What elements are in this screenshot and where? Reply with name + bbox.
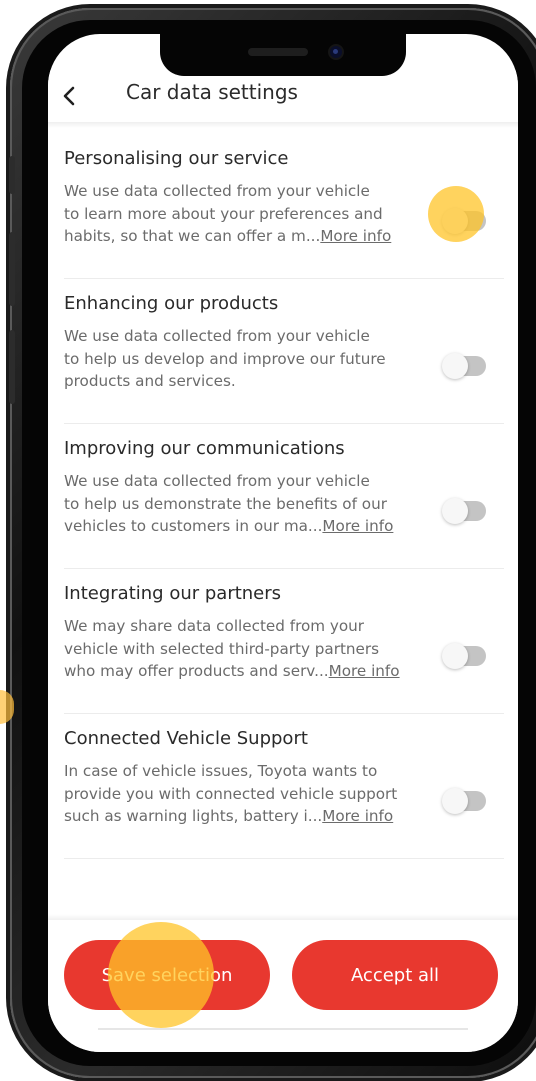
description-text: such as warning lights, battery i... — [64, 807, 323, 825]
settings-list: Personalising our service We use data col… — [64, 134, 504, 859]
toggle-knob — [442, 208, 468, 234]
setting-description: In case of vehicle issues, Toyota wants … — [64, 760, 434, 828]
setting-description: We may share data collected from your veh… — [64, 615, 434, 683]
page-title: Car data settings — [126, 80, 298, 104]
description-text: products and services. — [64, 372, 236, 390]
save-selection-button[interactable]: Save selection — [64, 940, 270, 1010]
description-line: habits, so that we can offer a m...More … — [64, 225, 434, 248]
volume-down-button — [9, 330, 15, 404]
setting-item: Integrating our partners We may share dat… — [64, 569, 504, 714]
setting-title: Improving our communications — [64, 438, 345, 459]
description-text: who may offer products and serv... — [64, 662, 329, 680]
app-header: Car data settings — [48, 70, 518, 126]
accept-all-button[interactable]: Accept all — [292, 940, 498, 1010]
notch — [160, 34, 406, 76]
toggle-knob — [442, 498, 468, 524]
more-info-link[interactable]: More info — [322, 517, 393, 535]
consent-toggle[interactable] — [442, 208, 486, 234]
setting-description: We use data collected from your vehicle t… — [64, 325, 434, 393]
setting-title: Connected Vehicle Support — [64, 728, 308, 749]
description-line: who may offer products and serv...More i… — [64, 660, 434, 683]
setting-title: Integrating our partners — [64, 583, 282, 604]
toggle-knob — [442, 643, 468, 669]
more-info-link[interactable]: More info — [329, 662, 400, 680]
mute-switch — [9, 156, 15, 194]
footer: Save selection Accept all — [48, 920, 518, 1052]
description-line: We use data collected from your vehicle — [64, 472, 370, 490]
device-stage: Car data settings Personalising our serv… — [0, 0, 536, 1081]
description-text: habits, so that we can offer a m... — [64, 227, 321, 245]
description-line: vehicle with selected third-party partne… — [64, 639, 380, 658]
volume-up-button — [9, 232, 15, 306]
setting-title: Enhancing our products — [64, 293, 279, 314]
description-line: to help us demonstrate the benefits of o… — [64, 494, 387, 513]
home-indicator — [98, 1028, 468, 1030]
consent-toggle[interactable] — [442, 643, 486, 669]
description-line: We use data collected from your vehicle — [64, 182, 370, 200]
toggle-knob — [442, 353, 468, 379]
toggle-knob — [442, 788, 468, 814]
description-line: such as warning lights, battery i...More… — [64, 805, 434, 828]
app-screen: Car data settings Personalising our serv… — [48, 34, 518, 1052]
description-line: We may share data collected from your — [64, 617, 365, 635]
description-text: vehicles to customers in our ma... — [64, 517, 323, 535]
header-divider — [48, 122, 518, 128]
consent-toggle[interactable] — [442, 788, 486, 814]
setting-description: We use data collected from your vehicle t… — [64, 180, 434, 248]
description-line: products and services. — [64, 370, 434, 393]
speaker-grille — [248, 48, 308, 56]
front-camera-icon — [330, 46, 342, 58]
description-line: provide you with connected vehicle suppo… — [64, 784, 398, 803]
setting-description: We use data collected from your vehicle t… — [64, 470, 434, 538]
setting-item: Connected Vehicle Support In case of vehi… — [64, 714, 504, 859]
consent-toggle[interactable] — [442, 498, 486, 524]
more-info-link[interactable]: More info — [320, 227, 391, 245]
setting-item: Personalising our service We use data col… — [64, 134, 504, 279]
description-line: In case of vehicle issues, Toyota wants … — [64, 762, 378, 780]
more-info-link[interactable]: More info — [322, 807, 393, 825]
setting-item: Enhancing our products We use data collec… — [64, 279, 504, 424]
consent-toggle[interactable] — [442, 353, 486, 379]
setting-title: Personalising our service — [64, 148, 289, 169]
description-line: vehicles to customers in our ma...More i… — [64, 515, 434, 538]
description-line: We use data collected from your vehicle — [64, 327, 370, 345]
chevron-left-icon[interactable] — [58, 84, 82, 108]
description-line: to help us develop and improve our futur… — [64, 349, 386, 368]
setting-item: Improving our communications We use data … — [64, 424, 504, 569]
description-line: to learn more about your preferences and — [64, 204, 383, 223]
